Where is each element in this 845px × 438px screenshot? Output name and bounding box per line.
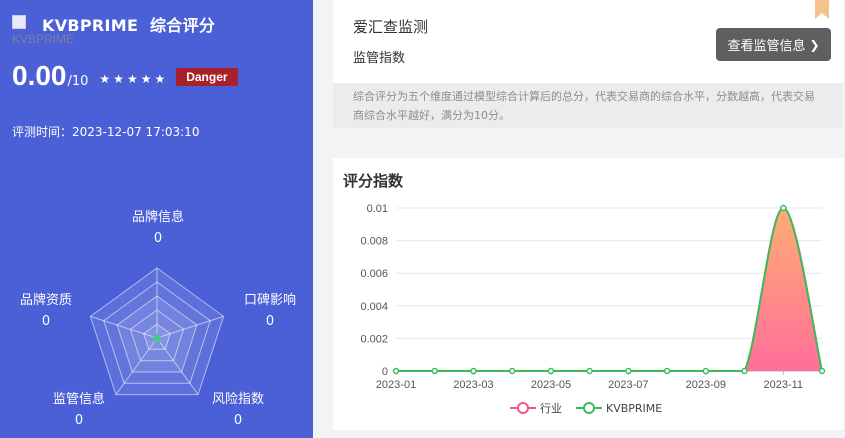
radar-value: 0 bbox=[42, 314, 50, 329]
score-index-card: 评分指数 0 0.002 0.004 0.006 0.008 0.01 2023-01 202… bbox=[333, 158, 843, 430]
monitor-subtitle: 监管指数 bbox=[353, 51, 406, 66]
bookmark-icon[interactable] bbox=[815, 0, 829, 19]
data-point[interactable] bbox=[431, 367, 438, 375]
brand-header: KVBPRIME KVBPRIME 综合评分 bbox=[12, 12, 215, 46]
monitor-card: 爱汇查监测 监管指数 查看监管信息 ❯ 综合评分为五个维度通过模型综合计算后的总… bbox=[333, 0, 843, 128]
radar-label: 风险指数 bbox=[212, 392, 264, 407]
data-point[interactable] bbox=[741, 367, 748, 375]
broken-image-icon bbox=[12, 15, 26, 29]
data-point[interactable] bbox=[547, 367, 555, 375]
legend-marker[interactable] bbox=[517, 402, 529, 414]
data-point[interactable] bbox=[780, 204, 787, 212]
radar-value: 0 bbox=[154, 231, 162, 246]
x-tick-label: 2023-05 bbox=[531, 379, 571, 391]
y-tick-label: 0.01 bbox=[367, 203, 388, 215]
legend-label[interactable]: 行业 bbox=[540, 402, 562, 415]
data-point[interactable] bbox=[818, 367, 826, 375]
y-tick-label: 0 bbox=[382, 366, 388, 378]
score-total: /10 bbox=[67, 74, 89, 89]
data-point[interactable] bbox=[586, 367, 593, 375]
y-tick-label: 0.006 bbox=[360, 268, 388, 280]
chevron-right-icon: ❯ bbox=[809, 37, 820, 52]
x-tick-label: 2023-11 bbox=[763, 379, 803, 391]
data-point[interactable] bbox=[625, 367, 632, 375]
radar-value: 0 bbox=[266, 314, 274, 329]
data-point[interactable] bbox=[392, 367, 400, 375]
y-tick-label: 0.008 bbox=[360, 236, 388, 248]
score-index-chart: 0 0.002 0.004 0.006 0.008 0.01 2023-01 2023-03 2… bbox=[360, 203, 826, 415]
industry-area bbox=[396, 208, 822, 371]
radar-label: 品牌资质 bbox=[20, 292, 72, 308]
radar-chart: ★ 品牌信息 0 口碑影响 0 风险指数 0 监管信息 0 品牌资质 0 bbox=[20, 209, 296, 428]
data-point[interactable] bbox=[470, 367, 477, 375]
radar-label: 口碑影响 bbox=[244, 292, 296, 308]
x-tick-label: 2023-07 bbox=[608, 379, 648, 391]
monitor-title: 爱汇查监测 bbox=[353, 18, 429, 36]
data-point[interactable] bbox=[663, 367, 671, 375]
score-panel: KVBPRIME KVBPRIME 综合评分 0.00 /10 ★★★★★ Da… bbox=[0, 0, 313, 438]
view-regulation-label: 查看监管信息 bbox=[727, 39, 806, 54]
legend-label[interactable]: KVBPRIME bbox=[606, 402, 662, 415]
broker-logo-alt: KVBPRIME bbox=[12, 32, 75, 46]
star-rating: ★★★★★ bbox=[99, 72, 169, 86]
legend-marker[interactable] bbox=[583, 402, 595, 414]
broker-logo: KVBPRIME bbox=[12, 14, 74, 46]
y-tick-label: 0.002 bbox=[360, 333, 388, 345]
x-tick-label: 2023-03 bbox=[453, 379, 493, 391]
radar-center-star-icon: ★ bbox=[151, 331, 164, 347]
score-value: 0.00 bbox=[12, 60, 67, 91]
radar-label: 品牌信息 bbox=[132, 209, 184, 225]
radar-value: 0 bbox=[234, 413, 242, 428]
score-row: 0.00 /10 ★★★★★ Danger bbox=[12, 60, 238, 92]
radar-value: 0 bbox=[75, 413, 83, 428]
data-point[interactable] bbox=[702, 367, 710, 375]
radar-label: 监管信息 bbox=[53, 391, 105, 407]
test-time: 评测时间：2023-12-07 17:03:10 bbox=[12, 125, 200, 139]
view-regulation-button[interactable]: 查看监管信息 ❯ bbox=[716, 28, 831, 61]
data-point[interactable] bbox=[508, 367, 516, 375]
score-description: 综合评分为五个维度通过模型综合计算后的总分，代表交易商的综合水平，分数越高，代表… bbox=[333, 83, 843, 128]
y-tick-label: 0.004 bbox=[360, 301, 388, 313]
x-tick-label: 2023-01 bbox=[376, 379, 416, 391]
x-tick-label: 2023-09 bbox=[686, 379, 726, 391]
risk-badge: Danger bbox=[176, 68, 238, 86]
